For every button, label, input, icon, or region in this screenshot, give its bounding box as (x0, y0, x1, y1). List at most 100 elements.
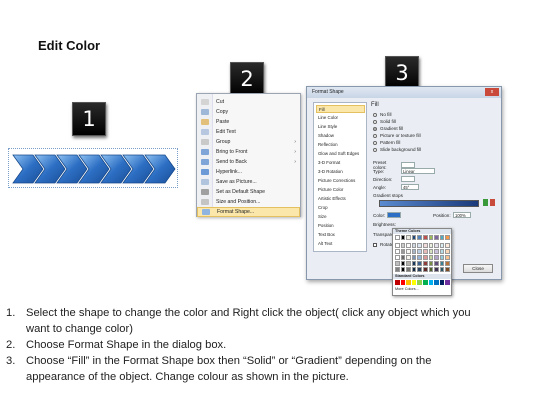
color-swatch[interactable] (417, 267, 422, 272)
color-swatch[interactable] (423, 267, 428, 272)
color-swatch[interactable] (423, 255, 428, 260)
nav-item[interactable]: 3-D Format (316, 159, 365, 167)
color-swatch[interactable] (400, 243, 406, 248)
color-swatch[interactable] (395, 255, 400, 260)
color-swatch[interactable] (439, 249, 445, 254)
color-swatch[interactable] (411, 261, 417, 266)
color-swatch[interactable] (395, 243, 400, 248)
color-swatch[interactable] (423, 243, 428, 248)
fill-option[interactable]: Slide background fill (373, 147, 421, 152)
color-swatch[interactable] (439, 255, 445, 260)
menu-item[interactable]: Copy (197, 107, 300, 117)
nav-item[interactable]: Text Box (316, 231, 365, 239)
color-swatch[interactable] (428, 249, 434, 254)
color-swatch[interactable] (395, 249, 400, 254)
color-swatch[interactable] (439, 261, 445, 266)
radio-icon[interactable] (373, 140, 377, 145)
direction-dropdown[interactable] (401, 176, 415, 182)
color-swatch[interactable] (417, 261, 422, 266)
color-swatch[interactable] (400, 255, 406, 260)
gradient-stops-bar[interactable] (379, 200, 479, 207)
menu-item[interactable]: Send to Back › (197, 157, 300, 167)
color-swatch[interactable] (411, 235, 417, 240)
color-swatch[interactable] (395, 261, 400, 266)
color-swatch[interactable] (411, 249, 417, 254)
color-swatch[interactable] (445, 243, 450, 248)
arrow-chain-shape[interactable] (8, 148, 178, 188)
color-swatch[interactable] (423, 235, 428, 240)
color-swatch[interactable] (406, 235, 411, 240)
color-picker-button[interactable] (387, 212, 401, 218)
fill-option[interactable]: Pattern fill (373, 140, 400, 145)
color-swatch[interactable] (428, 235, 434, 240)
nav-item[interactable]: Picture Corrections (316, 177, 365, 185)
color-swatch[interactable] (428, 255, 434, 260)
color-swatch[interactable] (406, 249, 411, 254)
standard-color-swatch[interactable] (439, 280, 445, 285)
standard-color-swatch[interactable] (400, 280, 406, 285)
nav-item[interactable]: Fill (316, 105, 365, 113)
radio-icon[interactable] (373, 147, 377, 152)
color-swatch[interactable] (445, 261, 450, 266)
menu-item[interactable]: Save as Picture... (197, 177, 300, 187)
color-swatch[interactable] (406, 243, 411, 248)
color-swatch[interactable] (434, 255, 439, 260)
menu-item[interactable]: Set as Default Shape (197, 187, 300, 197)
color-swatch[interactable] (423, 249, 428, 254)
radio-icon[interactable] (373, 126, 377, 131)
fill-option[interactable]: Picture or texture fill (373, 133, 421, 138)
nav-item[interactable]: Line Color (316, 114, 365, 122)
menu-item[interactable]: Paste (197, 117, 300, 127)
radio-icon[interactable] (373, 112, 377, 117)
add-stop-icon[interactable] (483, 199, 488, 206)
close-button[interactable]: Close (463, 264, 493, 273)
color-swatch[interactable] (434, 235, 439, 240)
dialog-close-icon[interactable]: x (485, 88, 499, 96)
nav-item[interactable]: Crop (316, 204, 365, 212)
standard-color-swatch[interactable] (434, 280, 439, 285)
color-swatch[interactable] (400, 261, 406, 266)
standard-color-swatch[interactable] (417, 280, 422, 285)
color-swatch[interactable] (445, 255, 450, 260)
angle-input[interactable]: 45° (401, 184, 419, 190)
color-swatch[interactable] (400, 235, 406, 240)
nav-item[interactable]: Shadow (316, 132, 365, 140)
color-swatch[interactable] (439, 243, 445, 248)
rotate-checkbox[interactable] (373, 242, 377, 247)
color-swatch[interactable] (434, 267, 439, 272)
nav-item[interactable]: Glow and Soft Edges (316, 150, 365, 158)
color-swatch[interactable] (417, 243, 422, 248)
nav-item[interactable]: Picture Color (316, 186, 365, 194)
nav-item[interactable]: Position (316, 222, 365, 230)
menu-item[interactable]: Hyperlink... (197, 167, 300, 177)
menu-item[interactable]: Edit Text (197, 127, 300, 137)
color-swatch[interactable] (411, 243, 417, 248)
nav-item[interactable]: Line Style (316, 123, 365, 131)
fill-option[interactable]: Solid fill (373, 119, 396, 124)
nav-item[interactable]: 3-D Rotation (316, 168, 365, 176)
nav-item[interactable]: Size (316, 213, 365, 221)
radio-icon[interactable] (373, 133, 377, 138)
menu-item[interactable]: Group › (197, 137, 300, 147)
standard-color-swatch[interactable] (395, 280, 400, 285)
color-swatch[interactable] (428, 243, 434, 248)
nav-item[interactable]: Reflection (316, 141, 365, 149)
color-swatch[interactable] (417, 255, 422, 260)
color-swatch[interactable] (417, 235, 422, 240)
color-swatch[interactable] (411, 255, 417, 260)
color-swatch[interactable] (406, 255, 411, 260)
radio-icon[interactable] (373, 119, 377, 124)
more-colors-link[interactable]: More Colors... (393, 286, 451, 292)
menu-item[interactable]: Bring to Front › (197, 147, 300, 157)
fill-option[interactable]: Gradient fill (373, 126, 403, 131)
type-dropdown[interactable]: Linear (401, 168, 435, 174)
standard-color-swatch[interactable] (411, 280, 417, 285)
menu-item[interactable]: Size and Position... (197, 197, 300, 207)
nav-item[interactable]: Alt Text (316, 240, 365, 248)
color-swatch[interactable] (439, 267, 445, 272)
fill-option[interactable]: No fill (373, 112, 392, 117)
color-swatch[interactable] (406, 267, 411, 272)
position-input[interactable]: 100% (453, 212, 471, 218)
standard-color-swatch[interactable] (423, 280, 428, 285)
color-swatch[interactable] (423, 261, 428, 266)
